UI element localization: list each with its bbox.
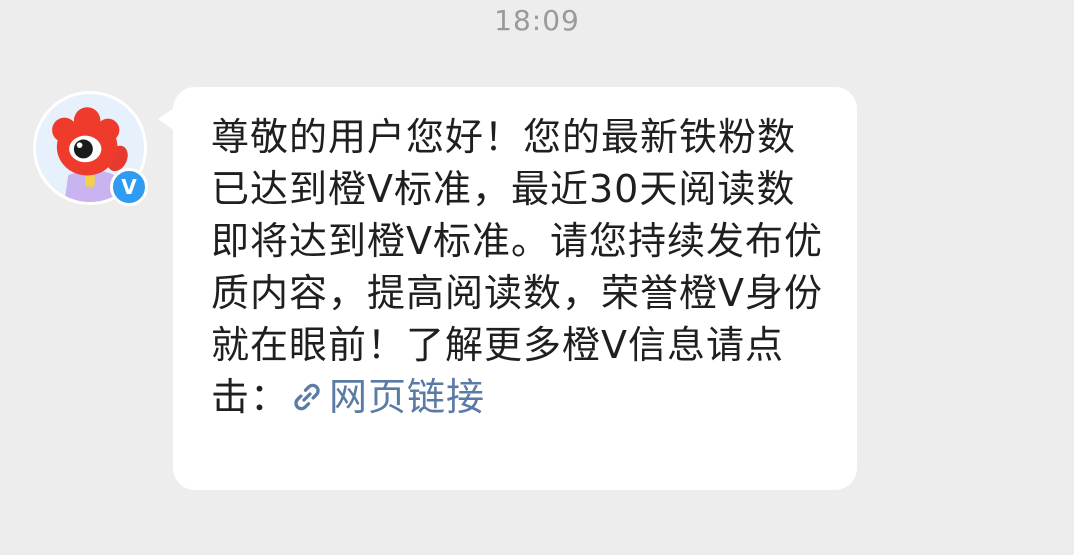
message-timestamp: 18:09 — [494, 4, 580, 37]
verified-badge-icon: V — [110, 168, 148, 206]
link-icon — [294, 383, 320, 411]
message-text: 尊敬的用户您好！您的最新铁粉数已达到橙V标准，最近30天阅读数即将达到橙V标准。… — [211, 111, 831, 423]
web-link[interactable]: 网页链接 — [289, 375, 485, 419]
web-link-label: 网页链接 — [329, 375, 486, 419]
message-body: 尊敬的用户您好！您的最新铁粉数已达到橙V标准，最近30天阅读数即将达到橙V标准。… — [211, 115, 823, 419]
message-bubble[interactable]: 尊敬的用户您好！您的最新铁粉数已达到橙V标准，最近30天阅读数即将达到橙V标准。… — [173, 87, 857, 490]
